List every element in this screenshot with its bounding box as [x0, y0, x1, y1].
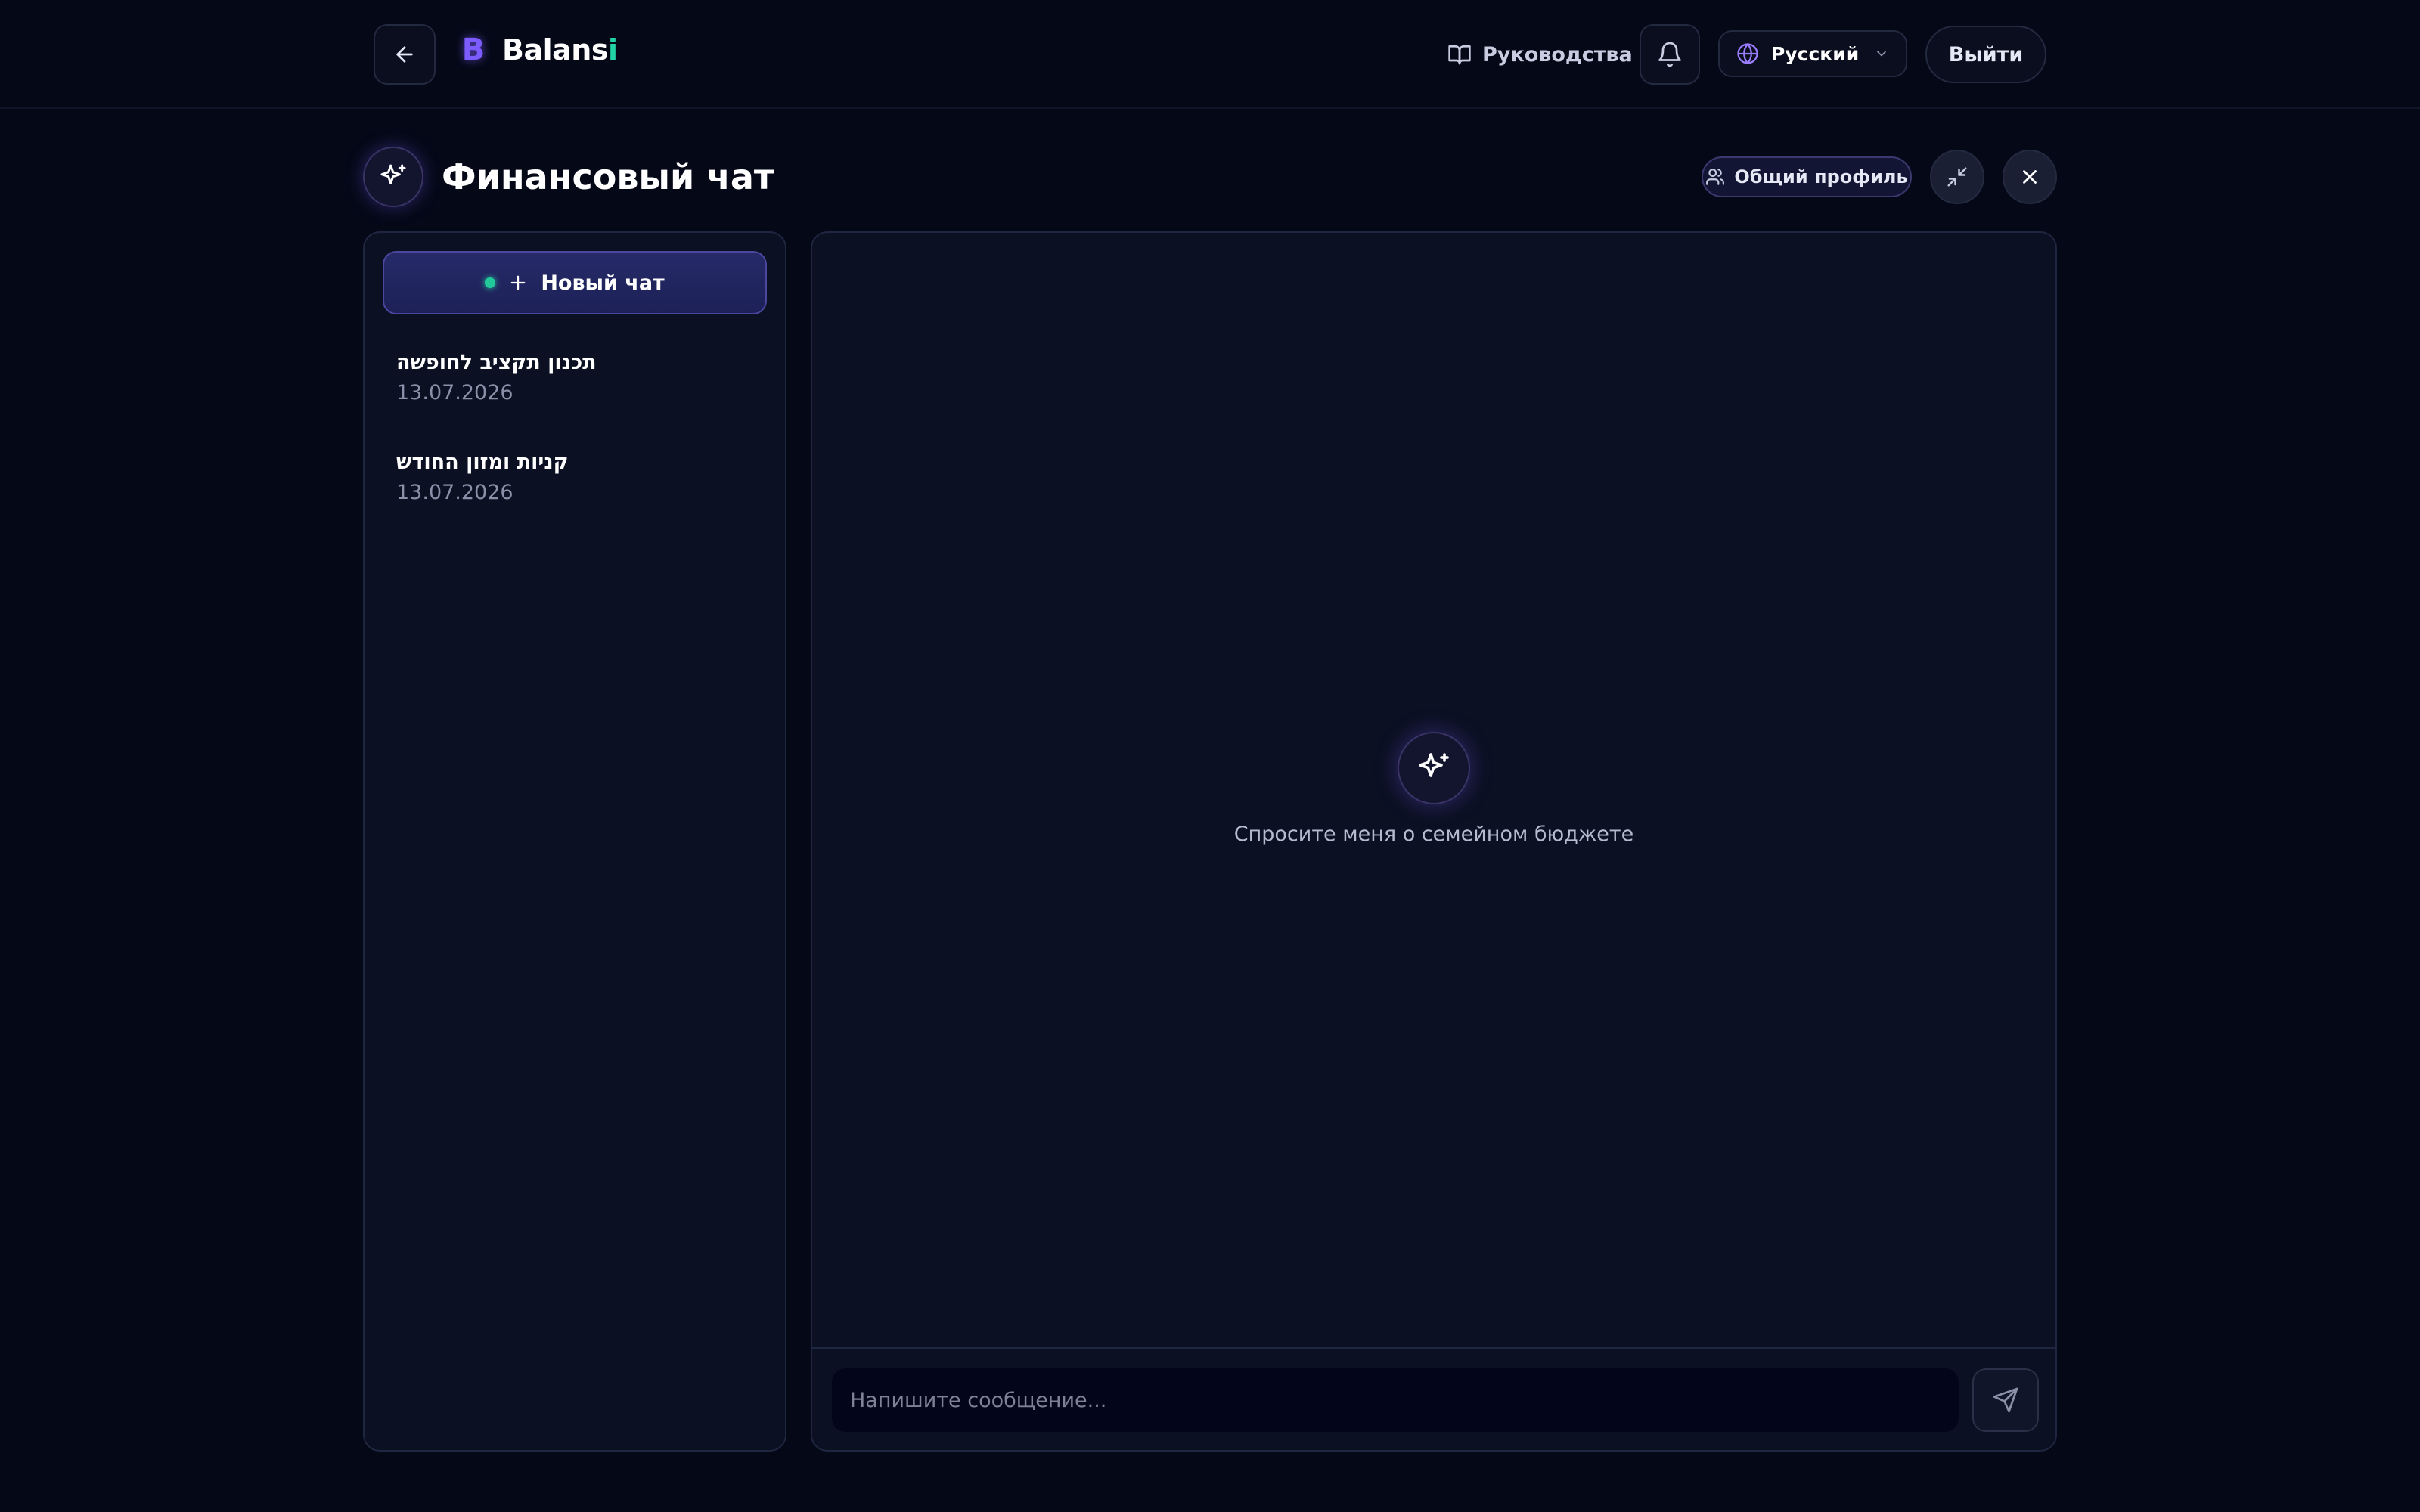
chat-list-item[interactable]: תכנון תקציב לחופשה 13.07.2026: [396, 349, 759, 407]
message-input[interactable]: [832, 1368, 1959, 1432]
title-sparkles-icon: [363, 147, 424, 207]
plus-icon: [507, 272, 529, 293]
globe-icon: [1736, 42, 1759, 65]
chat-item-title: קניות ומזון החודש: [396, 451, 569, 474]
new-chat-label: Новый чат: [541, 271, 665, 295]
logo-text: Balansi: [502, 33, 618, 67]
language-selected: Русский: [1771, 42, 1860, 65]
logo-text-main: Balans: [502, 33, 608, 67]
page-title: Финансовый чат: [442, 156, 774, 197]
chat-list-item[interactable]: קניות ומזון החודש 13.07.2026: [396, 449, 759, 507]
chat-panel: Спросите меня о семейном бюджете: [811, 231, 2057, 1452]
message-composer: [812, 1347, 2055, 1450]
logo-mark: B: [461, 33, 486, 67]
logo-text-accent: i: [607, 33, 618, 67]
notifications-button[interactable]: [1640, 24, 1700, 85]
empty-state-text: Спросите меня о семейном бюджете: [1233, 823, 1634, 846]
chat-item-date: 13.07.2026: [396, 381, 513, 404]
send-button[interactable]: [1972, 1368, 2039, 1432]
close-icon: [2018, 166, 2041, 188]
new-chat-button[interactable]: Новый чат: [383, 251, 767, 314]
chat-item-date: 13.07.2026: [396, 481, 513, 504]
guides-link[interactable]: Руководства: [1447, 33, 1633, 76]
brand-logo[interactable]: B Balansi: [458, 30, 618, 70]
top-header: B Balansi Руководства Русский Выйти: [0, 0, 2420, 109]
chevron-down-icon: [1874, 46, 1889, 61]
minimize-icon: [1946, 166, 1969, 188]
status-dot: [485, 277, 496, 288]
send-icon: [1992, 1387, 2019, 1414]
users-icon: [1705, 167, 1725, 187]
bell-icon: [1656, 41, 1683, 68]
back-button[interactable]: [374, 24, 436, 85]
chat-history-sidebar: Новый чат תכנון תקציב לחופשה 13.07.2026 …: [363, 231, 786, 1452]
logout-button[interactable]: Выйти: [1925, 26, 2046, 83]
arrow-left-icon: [392, 42, 417, 67]
book-icon: [1447, 42, 1472, 67]
chat-item-title: תכנון תקציב לחופשה: [396, 351, 597, 374]
shared-profile-badge[interactable]: Общий профиль: [1702, 156, 1912, 197]
empty-state-sparkles-icon: [1398, 732, 1470, 804]
guides-label: Руководства: [1482, 42, 1633, 67]
language-select[interactable]: Русский: [1718, 30, 1907, 77]
close-button[interactable]: [2003, 150, 2057, 204]
shared-profile-label: Общий профиль: [1734, 166, 1908, 187]
minimize-button[interactable]: [1930, 150, 1984, 204]
